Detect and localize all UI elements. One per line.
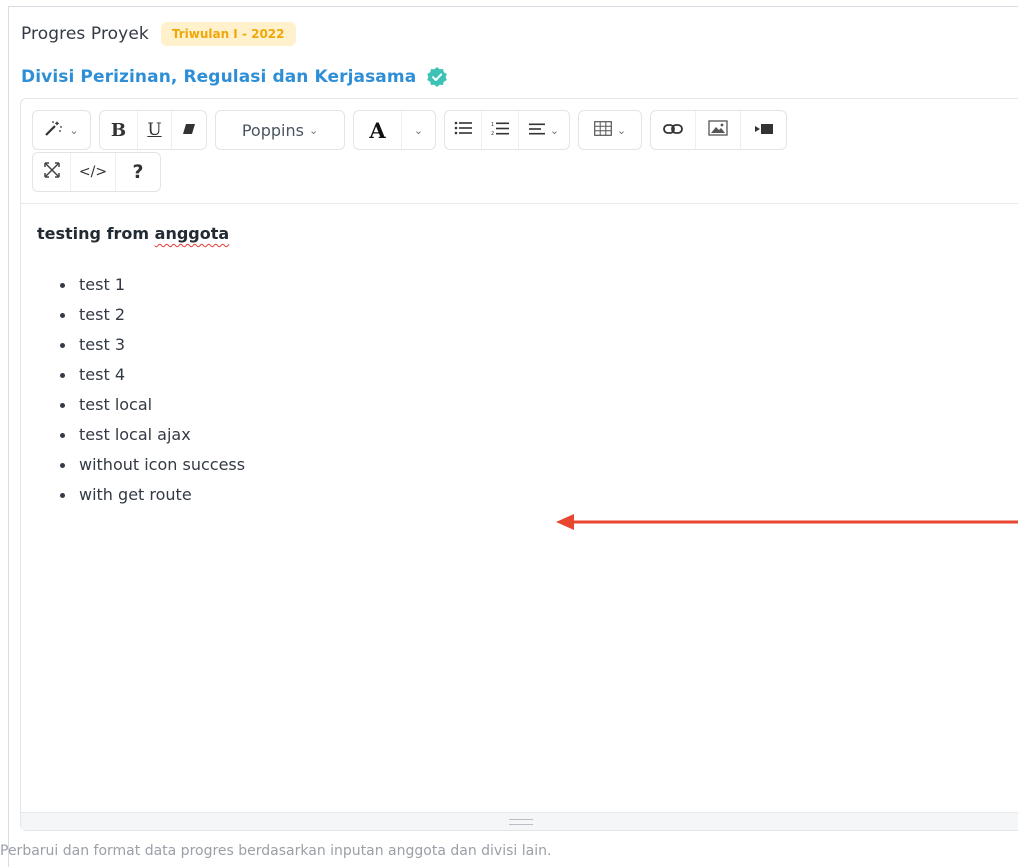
magic-style-button[interactable]: ⌄ [33, 111, 90, 149]
insert-group [650, 110, 787, 150]
division-title: Divisi Perizinan, Regulasi dan Kerjasama [21, 67, 417, 87]
format-group: B U [99, 110, 207, 150]
help-button[interactable]: ? [116, 153, 160, 191]
magic-style-icon [44, 119, 64, 141]
link-icon [663, 121, 683, 139]
period-badge: Triwulan I - 2022 [160, 22, 296, 46]
header-row: Progres Proyek Triwulan I - 2022 [21, 20, 296, 48]
chevron-down-icon: ⌄ [413, 123, 424, 137]
annotation-arrow [556, 510, 1018, 538]
list-item: test 4 [59, 360, 245, 390]
underline-button[interactable]: U [138, 111, 172, 149]
paragraph-group: 12 ⌄ [444, 110, 570, 150]
table-icon [593, 120, 612, 140]
table-group: ⌄ [578, 110, 642, 150]
list-item: test 3 [59, 330, 245, 360]
unordered-list-icon [454, 121, 472, 139]
font-color-dropdown[interactable]: ⌄ [402, 111, 435, 149]
chevron-down-icon: ⌄ [308, 123, 319, 137]
eraser-icon [182, 121, 196, 139]
chevron-down-icon: ⌄ [616, 123, 627, 137]
bold-button[interactable]: B [100, 111, 138, 149]
page-title: Progres Proyek [21, 24, 149, 44]
image-button[interactable] [696, 111, 741, 149]
toolbar-row-1: ⌄ B U Poppins ⌄ A ⌄ 1 2 ⌄ ⌄ [32, 110, 795, 150]
video-button[interactable] [741, 111, 786, 149]
fullscreen-button[interactable] [33, 153, 71, 191]
list-item: test 1 [59, 270, 245, 300]
svg-text:2: 2 [491, 131, 494, 136]
help-icon: ? [132, 161, 144, 183]
bold-icon: B [110, 119, 127, 141]
code-view-button[interactable]: </> [71, 153, 116, 191]
video-icon [754, 121, 773, 139]
chevron-down-icon: ⌄ [549, 123, 560, 137]
font-color-icon: A [369, 117, 386, 143]
align-icon [528, 121, 545, 139]
font-family-value: Poppins [241, 120, 304, 140]
eraser-button[interactable] [172, 111, 206, 149]
style-group: ⌄ [32, 110, 91, 150]
ordered-list-icon: 12 [491, 121, 509, 140]
unordered-list-button[interactable] [445, 111, 482, 149]
fullscreen-icon [43, 162, 60, 182]
grip-icon [509, 818, 533, 825]
bullet-list: test 1 test 2 test 3 test 4 test local t… [59, 270, 245, 510]
list-item: test local [59, 390, 245, 420]
font-family-dropdown[interactable]: Poppins ⌄ [216, 111, 344, 149]
helper-text: Perbarui dan format data progres berdasa… [0, 843, 552, 859]
verified-check-icon [426, 66, 448, 88]
content-heading-text: testing from [37, 224, 155, 243]
font-family-group: Poppins ⌄ [215, 110, 345, 150]
code-view-icon: </> [78, 164, 108, 180]
misspelled-word: anggota [154, 224, 230, 243]
editor-toolbar: ⌄ B U Poppins ⌄ A ⌄ 1 2 ⌄ ⌄ </> ? [21, 99, 1018, 204]
link-button[interactable] [651, 111, 696, 149]
image-icon [708, 120, 728, 140]
view-group: </> ? [32, 152, 161, 192]
list-item: test 2 [59, 300, 245, 330]
chevron-down-icon: ⌄ [69, 123, 79, 137]
editor-resize-handle[interactable] [21, 812, 1018, 830]
content-heading: testing from anggota [37, 224, 229, 243]
font-color-button[interactable]: A [354, 111, 402, 149]
list-item: test local ajax [59, 420, 245, 450]
font-color-group: A ⌄ [353, 110, 436, 150]
list-item: with get route [59, 480, 245, 510]
editor-content[interactable]: testing from anggota test 1 test 2 test … [21, 204, 1018, 812]
align-dropdown[interactable]: ⌄ [519, 111, 569, 149]
list-item: without icon success [59, 450, 245, 480]
division-row: Divisi Perizinan, Regulasi dan Kerjasama [21, 66, 448, 88]
rich-text-editor[interactable]: ⌄ B U Poppins ⌄ A ⌄ 1 2 ⌄ ⌄ </> ? testin… [20, 98, 1018, 831]
underline-icon: U [147, 120, 162, 140]
toolbar-row-2: </> ? [32, 152, 169, 192]
table-dropdown[interactable]: ⌄ [579, 111, 641, 149]
svg-text:1: 1 [491, 122, 494, 128]
ordered-list-button[interactable]: 12 [482, 111, 519, 149]
